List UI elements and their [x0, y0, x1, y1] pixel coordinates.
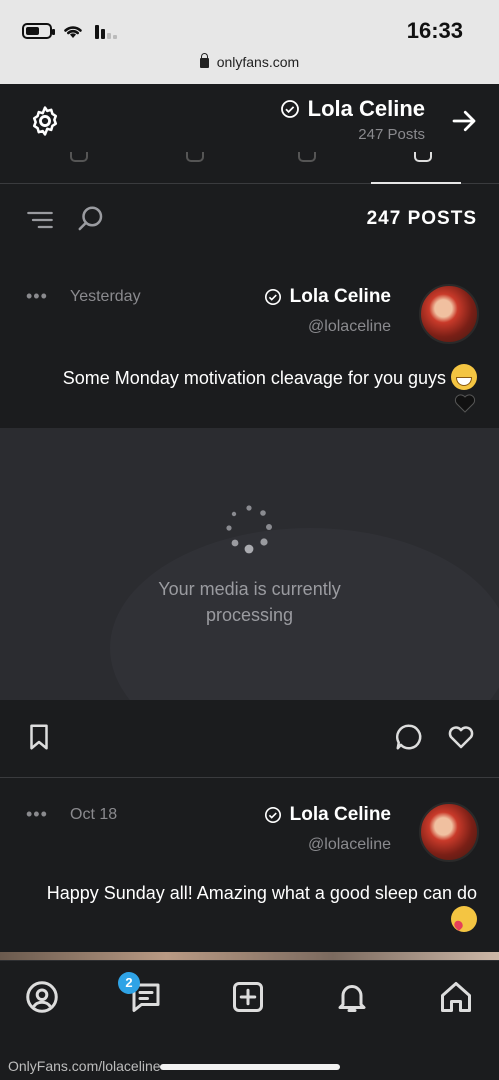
post-media-placeholder[interactable] [0, 428, 499, 700]
header-name-row: Lola Celine [280, 96, 425, 122]
tab-stub[interactable] [298, 152, 316, 162]
post-text: Some Monday motivation cleavage for you … [40, 364, 477, 422]
header-post-count: 247 Posts [358, 126, 425, 143]
active-tab-indicator [371, 182, 461, 184]
post-author-name: Lola Celine [289, 286, 391, 307]
home-icon[interactable] [438, 979, 474, 1015]
verified-icon [264, 806, 281, 824]
tab-stub[interactable] [186, 152, 204, 162]
search-icon[interactable] [76, 204, 106, 234]
verified-icon [280, 100, 299, 118]
post-author-row[interactable]: Lola Celine [264, 286, 391, 308]
post-actions [0, 700, 499, 778]
black-heart-icon [454, 394, 476, 413]
bookmark-icon[interactable] [24, 722, 54, 752]
like-heart-icon[interactable] [446, 722, 476, 752]
loading-spinner-icon [226, 505, 272, 554]
messages-badge: 2 [118, 972, 140, 994]
lock-icon [199, 53, 209, 68]
add-post-icon[interactable] [230, 979, 266, 1015]
posts-toolbar: 247 POSTS [0, 196, 499, 244]
header-title-block: Lola Celine 247 Posts [280, 96, 425, 143]
media-processing-text: Your media is currently processing [158, 579, 341, 625]
post-text: Happy Sunday all! Amazing what a good sl… [40, 880, 477, 933]
header-name: Lola Celine [307, 96, 425, 121]
post-author-handle[interactable]: @lolaceline [308, 836, 391, 854]
filter-icon[interactable] [26, 206, 54, 234]
address-bar[interactable]: onlyfans.com [0, 53, 499, 70]
post-text-content: Happy Sunday all! Amazing what a good sl… [46, 883, 477, 903]
status-icons [22, 22, 120, 40]
comment-icon[interactable] [394, 722, 424, 752]
posts-count: 247 POSTS [366, 208, 477, 229]
signal-icon [95, 25, 117, 39]
address-url: onlyfans.com [216, 54, 300, 70]
notifications-bell-icon[interactable] [334, 979, 370, 1015]
post-date: Yesterday [70, 288, 141, 305]
verified-icon [264, 288, 281, 306]
profile-tabs [0, 148, 499, 184]
profile-icon[interactable] [24, 979, 60, 1015]
home-indicator[interactable] [160, 1064, 340, 1070]
post-author-name: Lola Celine [289, 804, 391, 825]
post-text-content: Some Monday motivation cleavage for you … [62, 368, 446, 388]
settings-gear-icon[interactable] [28, 104, 62, 138]
post-image-preview[interactable] [0, 952, 499, 960]
url-footer: OnlyFans.com/lolaceline [0, 1044, 499, 1080]
status-bar: 16:33 onlyfans.com [0, 0, 499, 84]
back-arrow-icon[interactable] [449, 106, 479, 136]
kissing-emoji-icon [451, 906, 477, 932]
tab-posts[interactable] [414, 152, 432, 162]
wifi-icon [64, 26, 82, 38]
status-time: 16:33 [406, 18, 463, 43]
more-icon[interactable]: ••• [26, 804, 48, 825]
post-date: Oct 18 [70, 806, 118, 823]
post-author-row[interactable]: Lola Celine [264, 804, 391, 826]
avatar[interactable] [419, 802, 479, 862]
post-author-handle[interactable]: @lolaceline [308, 318, 391, 336]
avatar[interactable] [419, 284, 479, 344]
bottom-navigation [0, 960, 499, 1044]
more-icon[interactable]: ••• [26, 286, 48, 307]
grinning-emoji-icon [451, 364, 477, 390]
battery-icon [22, 23, 55, 39]
footer-url: OnlyFans.com/lolaceline [8, 1058, 161, 1074]
tab-stub[interactable] [70, 152, 88, 162]
